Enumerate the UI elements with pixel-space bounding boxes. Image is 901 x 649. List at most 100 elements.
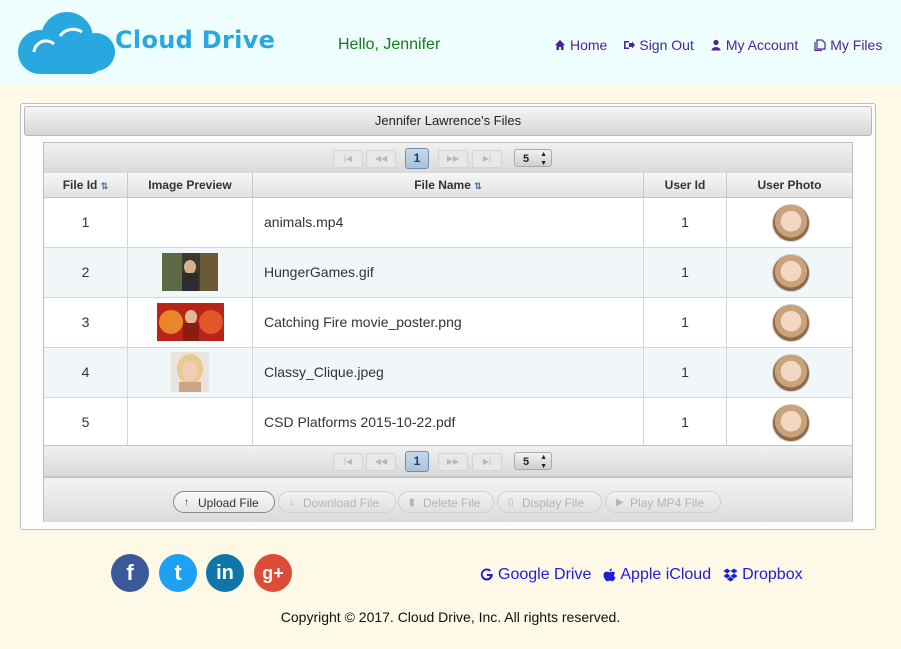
play-mp4-label: Play MP4 File [630, 496, 705, 510]
google-plus-icon[interactable]: g+ [254, 554, 292, 592]
nav-my-account-label: My Account [725, 37, 799, 53]
file-name-cell: animals.mp4 [253, 198, 644, 247]
last-page-button[interactable]: ▶| [472, 453, 502, 471]
portrait-thumbnail [171, 352, 209, 392]
file-icon: ▯ [508, 497, 514, 508]
nav-my-files-link[interactable]: My Files [814, 37, 882, 53]
table-row[interactable]: 5 CSD Platforms 2015-10-22.pdf 1 [44, 398, 852, 447]
copyright-text: Copyright © 2017. Cloud Drive, Inc. All … [280, 609, 621, 625]
logo-text[interactable]: Cloud Drive [115, 26, 275, 54]
rows-per-page-select[interactable]: 5 ▲ ▼ [514, 452, 552, 470]
avatar [772, 354, 810, 392]
apple-icon [603, 568, 616, 581]
image-preview-cell [128, 298, 253, 347]
top-nav: Home Sign Out My Account My Files [554, 37, 882, 53]
play-mp4-button[interactable]: ▶ Play MP4 File [605, 491, 721, 513]
google-drive-link[interactable]: Google Drive [480, 566, 591, 584]
table-row[interactable]: 1 animals.mp4 1 [44, 198, 852, 248]
upload-file-label: Upload File [198, 496, 259, 510]
twitter-icon[interactable]: t [159, 554, 197, 592]
nav-home-link[interactable]: Home [554, 37, 607, 53]
pager-bottom: |◀ ◀◀ 1 ▶▶ ▶| 5 ▲ ▼ [44, 445, 852, 477]
nav-home-label: Home [570, 37, 608, 53]
table-header: File Id ⇅ Image Preview File Name ⇅ User… [44, 173, 852, 198]
user-id-cell: 1 [644, 248, 727, 297]
image-preview-cell [128, 398, 253, 447]
panel-title: Jennifer Lawrence's Files [24, 106, 872, 136]
file-id-cell: 3 [44, 298, 128, 347]
user-icon [711, 39, 721, 51]
first-page-button[interactable]: |◀ [333, 453, 363, 471]
avatar [772, 254, 810, 292]
col-image-preview: Image Preview [128, 173, 253, 197]
rows-per-page-select[interactable]: 5 ▲ ▼ [514, 149, 552, 167]
rows-per-page-value: 5 [523, 456, 530, 468]
cloud-logo-icon[interactable] [12, 10, 116, 76]
first-page-button[interactable]: |◀ [333, 150, 363, 168]
image-preview-cell [128, 348, 253, 397]
user-id-cell: 1 [644, 398, 727, 447]
col-user-id: User Id [644, 173, 727, 197]
google-drive-label: Google Drive [498, 566, 592, 583]
arrow-up-icon: ↑ [184, 497, 189, 508]
next-page-button[interactable]: ▶▶ [438, 453, 468, 471]
select-arrows-icon: ▲ ▼ [540, 151, 547, 167]
user-id-cell: 1 [644, 198, 727, 247]
current-page-button[interactable]: 1 [405, 451, 429, 472]
arrow-down-icon: ↓ [289, 497, 294, 508]
user-id-cell: 1 [644, 348, 727, 397]
delete-file-label: Delete File [423, 496, 481, 510]
cloud-storage-links: Google Drive Apple iCloud Dropbox [480, 566, 803, 584]
download-file-label: Download File [303, 496, 380, 510]
nav-sign-out-label: Sign Out [639, 37, 694, 53]
dropbox-label: Dropbox [742, 566, 803, 583]
download-file-button[interactable]: ↓ Download File [278, 491, 396, 513]
sort-icon: ⇅ [474, 181, 482, 191]
col-file-name-label: File Name [414, 178, 471, 192]
catching-fire-poster-thumbnail [157, 303, 224, 341]
nav-my-files-label: My Files [830, 37, 883, 53]
user-photo-cell [727, 398, 852, 447]
avatar [772, 304, 810, 342]
files-panel: Jennifer Lawrence's Files |◀ ◀◀ 1 ▶▶ ▶| … [20, 103, 876, 530]
sign-out-icon [624, 41, 636, 49]
user-id-cell: 1 [644, 298, 727, 347]
upload-file-button[interactable]: ↑ Upload File [173, 491, 275, 513]
google-icon [480, 568, 493, 581]
display-file-button[interactable]: ▯ Display File [497, 491, 602, 513]
sort-icon: ⇅ [100, 181, 109, 191]
table-row[interactable]: 4 Classy_Clique.jpeg 1 [44, 348, 852, 398]
prev-page-button[interactable]: ◀◀ [366, 150, 396, 168]
file-id-cell: 2 [44, 248, 128, 297]
file-id-cell: 4 [44, 348, 128, 397]
file-id-cell: 5 [44, 398, 128, 447]
next-page-button[interactable]: ▶▶ [438, 150, 468, 168]
avatar [772, 204, 810, 242]
table-row[interactable]: 3 Catching Fire movie_poster.png 1 [44, 298, 852, 348]
delete-file-button[interactable]: ▮ Delete File [398, 491, 494, 513]
files-grid: |◀ ◀◀ 1 ▶▶ ▶| 5 ▲ ▼ File Id ⇅ Image Previ… [43, 142, 853, 522]
display-file-label: Display File [522, 496, 585, 510]
dropbox-link[interactable]: Dropbox [723, 566, 803, 584]
image-preview-cell [128, 248, 253, 297]
apple-icloud-link[interactable]: Apple iCloud [603, 566, 711, 584]
nav-my-account-link[interactable]: My Account [710, 37, 798, 53]
file-actions-toolbar: ↑ Upload File ↓ Download File ▮ Delete File… [44, 477, 852, 522]
current-page-button[interactable]: 1 [405, 148, 429, 169]
apple-icloud-label: Apple iCloud [620, 566, 712, 583]
dropbox-icon [723, 568, 738, 582]
facebook-icon[interactable]: f [111, 554, 149, 592]
table-row[interactable]: 2 HungerGames.gif 1 [44, 248, 852, 298]
play-icon: ▶ [616, 497, 624, 508]
rows-per-page-value: 5 [523, 153, 530, 165]
pager-top: |◀ ◀◀ 1 ▶▶ ▶| 5 ▲ ▼ [44, 143, 852, 174]
prev-page-button[interactable]: ◀◀ [366, 453, 396, 471]
col-file-id[interactable]: File Id ⇅ [44, 173, 128, 197]
header: Cloud Drive Hello, Jennifer Home Sign Ou… [0, 0, 901, 86]
user-photo-cell [727, 348, 852, 397]
col-file-name[interactable]: File Name ⇅ [253, 173, 644, 197]
avatar [772, 404, 810, 442]
nav-sign-out-link[interactable]: Sign Out [623, 37, 694, 53]
linkedin-icon[interactable]: in [206, 554, 244, 592]
last-page-button[interactable]: ▶| [472, 150, 502, 168]
